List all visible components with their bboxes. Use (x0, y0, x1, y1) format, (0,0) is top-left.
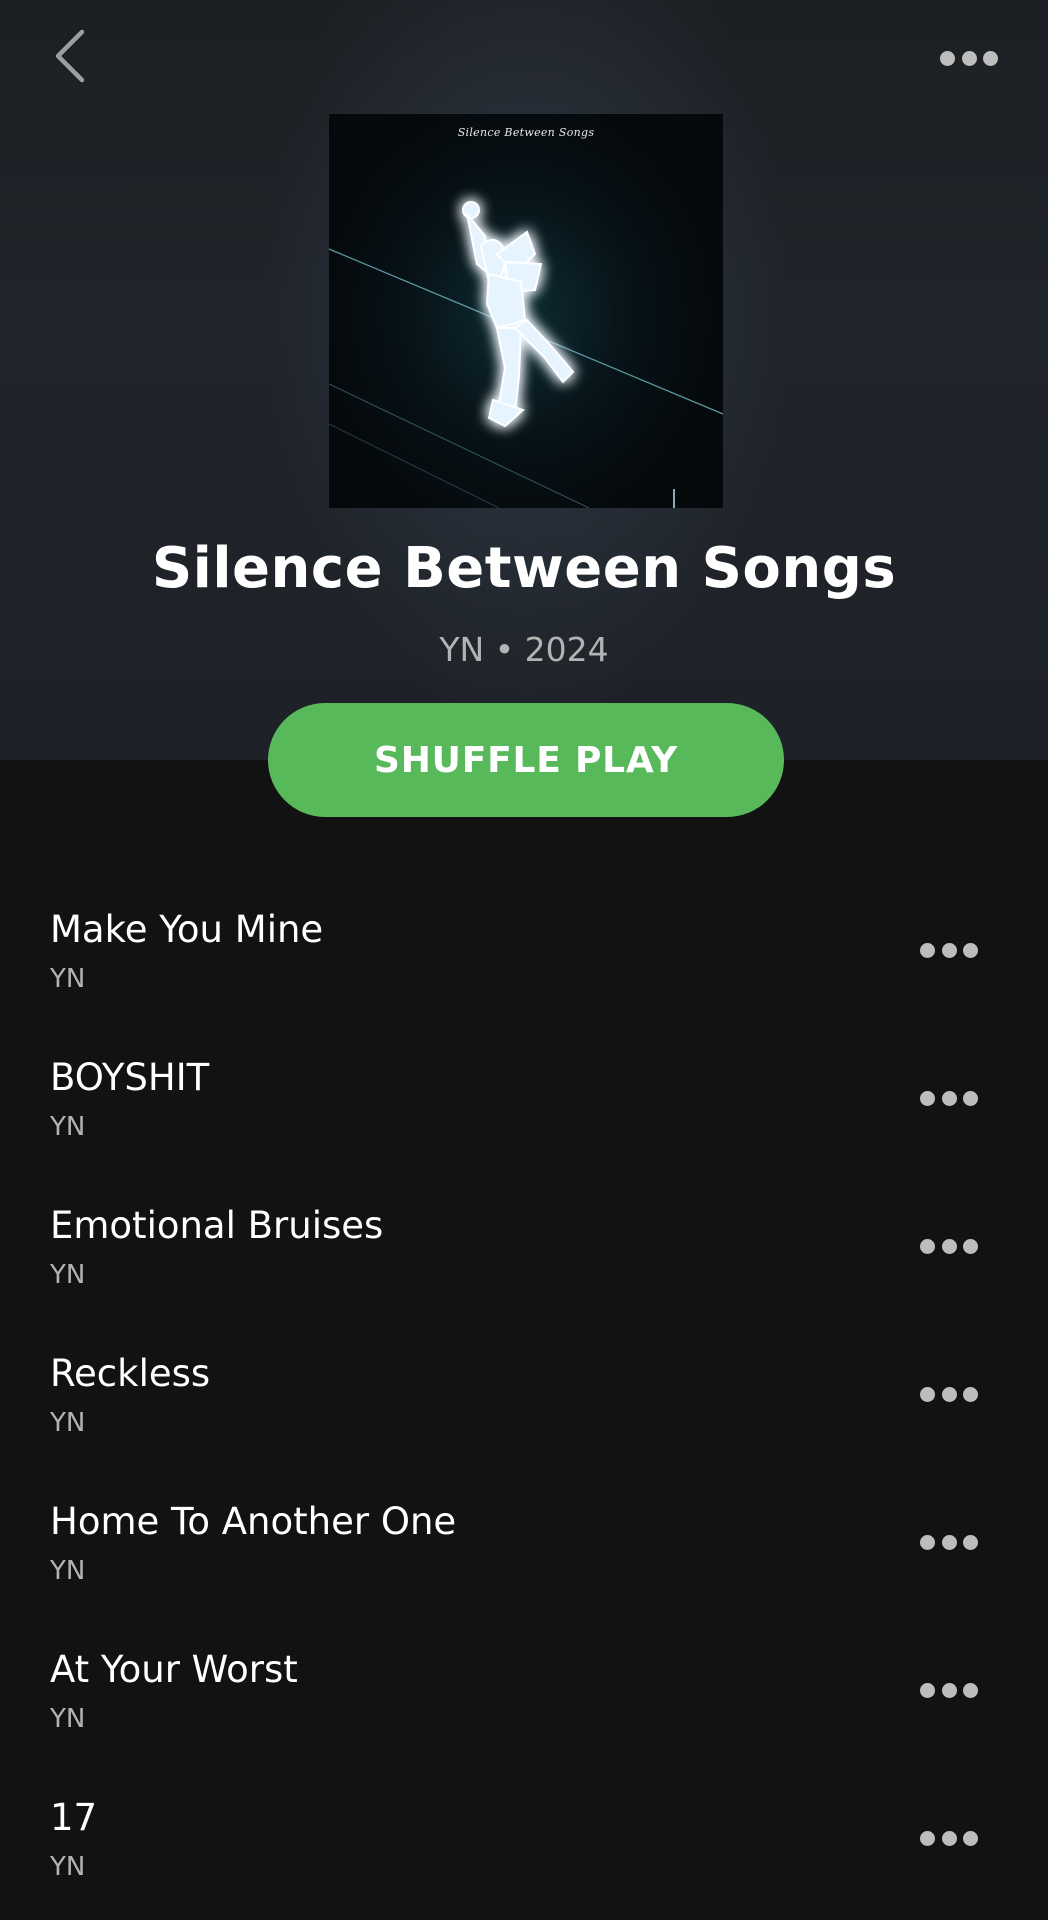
track-title: 17 (50, 1796, 98, 1839)
track-artist: YN (50, 1852, 86, 1882)
album-more-button[interactable] (940, 38, 1008, 78)
album-screen: Silence Between Songs Silence Between So… (0, 0, 1048, 1920)
more-horizontal-icon (920, 1226, 978, 1266)
track-title: Home To Another One (50, 1500, 457, 1543)
track-title: Reckless (50, 1352, 211, 1395)
track-more-button[interactable] (920, 1522, 990, 1562)
track-artist: YN (50, 1408, 86, 1438)
track-row[interactable]: BOYSHIT YN (0, 1038, 1048, 1186)
album-meta: YN • 2024 (439, 630, 609, 669)
track-title: Make You Mine (50, 908, 324, 951)
more-horizontal-icon (920, 1670, 978, 1710)
track-more-button[interactable] (920, 1670, 990, 1710)
album-title: Silence Between Songs (151, 536, 897, 601)
track-artist: YN (50, 1260, 86, 1290)
chevron-left-icon (55, 29, 85, 83)
track-row[interactable]: 17 YN (0, 1778, 1048, 1920)
track-title: Emotional Bruises (50, 1204, 384, 1247)
track-more-button[interactable] (920, 1078, 990, 1118)
track-more-button[interactable] (920, 1818, 990, 1858)
cover-artwork (329, 201, 723, 508)
shuffle-play-label: SHUFFLE PLAY (374, 739, 678, 781)
track-list: Make You Mine YN BOYSHIT YN Emotional Br… (0, 890, 1048, 1920)
album-cover: Silence Between Songs (329, 114, 723, 508)
more-horizontal-icon (920, 1374, 978, 1414)
more-horizontal-icon (920, 1818, 978, 1858)
track-row[interactable]: Home To Another One YN (0, 1482, 1048, 1630)
back-button[interactable] (44, 24, 100, 88)
track-artist: YN (50, 1556, 86, 1586)
more-horizontal-icon (920, 1078, 978, 1118)
track-row[interactable]: Emotional Bruises YN (0, 1186, 1048, 1334)
track-title: At Your Worst (50, 1648, 298, 1691)
shuffle-play-button[interactable]: SHUFFLE PLAY (268, 703, 784, 817)
track-artist: YN (50, 964, 86, 994)
track-title: BOYSHIT (50, 1056, 210, 1099)
track-more-button[interactable] (920, 930, 990, 970)
track-more-button[interactable] (920, 1374, 990, 1414)
track-artist: YN (50, 1112, 86, 1142)
track-artist: YN (50, 1704, 86, 1734)
track-row[interactable]: Make You Mine YN (0, 890, 1048, 1038)
more-horizontal-icon (920, 930, 978, 970)
more-horizontal-icon (920, 1522, 978, 1562)
track-more-button[interactable] (920, 1226, 990, 1266)
track-row[interactable]: Reckless YN (0, 1334, 1048, 1482)
track-row[interactable]: At Your Worst YN (0, 1630, 1048, 1778)
more-horizontal-icon (940, 38, 998, 78)
